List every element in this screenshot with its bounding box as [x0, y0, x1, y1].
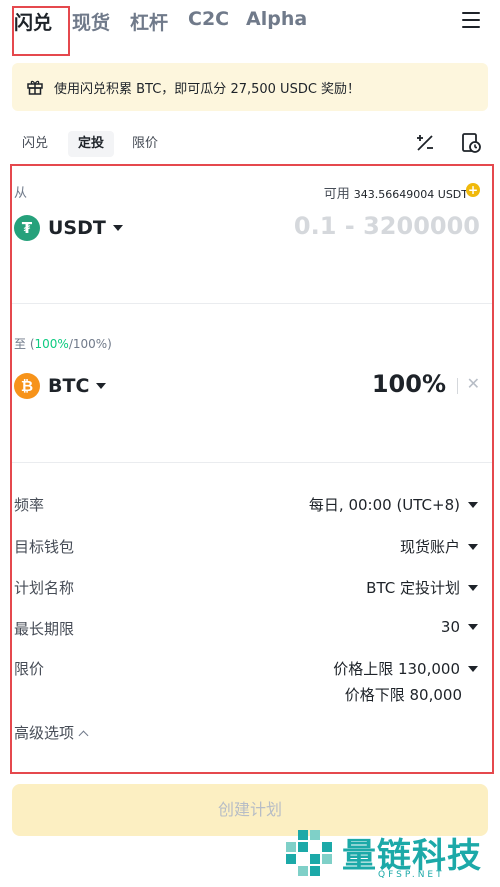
wallet-label: 目标钱包 [14, 538, 75, 556]
menu-icon[interactable] [462, 12, 480, 28]
to-label-prefix: 至 ( [14, 337, 35, 351]
chevron-down-icon [468, 543, 478, 550]
subtab-limit[interactable]: 限价 [122, 131, 168, 157]
from-coin-name: USDT [48, 217, 106, 239]
banner-text: 使用闪兑积累 BTC，即可瓜分 27,500 USDC 奖励！ [54, 82, 361, 97]
chevron-down-icon [468, 624, 478, 630]
tab-c2c[interactable]: C2C [188, 8, 229, 30]
tether-icon: ₮ [14, 215, 40, 241]
to-label-allocated: 100% [34, 337, 69, 351]
to-coin-name: BTC [48, 375, 90, 397]
plan-name-label: 计划名称 [14, 579, 75, 597]
promo-banner[interactable]: 使用闪兑积累 BTC，即可瓜分 27,500 USDC 奖励！ [12, 63, 488, 111]
allocation-input[interactable]: 100% [372, 370, 446, 398]
plan-name-select[interactable]: BTC 定投计划 [366, 577, 478, 598]
tab-margin[interactable]: 杠杆 [130, 8, 168, 35]
highlight-box-tab [12, 6, 70, 56]
limit-lower-value[interactable]: 价格下限 80,000 [345, 684, 462, 705]
chevron-down-icon [468, 584, 478, 591]
watermark: 量链科技 QFSP.NET [280, 826, 500, 884]
to-label: 至 (100%/100%) [14, 335, 112, 352]
subtab-flash[interactable]: 闪兑 [12, 131, 58, 157]
limit-upper-select[interactable]: 价格上限 130,000 [333, 658, 478, 679]
divider [12, 462, 492, 463]
bitcoin-icon: ₿ [14, 373, 40, 399]
frequency-label: 频率 [14, 496, 45, 514]
history-icon[interactable] [460, 132, 482, 154]
plan-name-value: BTC 定投计划 [366, 579, 460, 597]
chevron-down-icon [96, 383, 107, 389]
close-icon[interactable]: ✕ [467, 374, 480, 393]
percent-tool-icon[interactable] [414, 132, 436, 154]
to-coin-selector[interactable]: ₿ BTC [14, 372, 107, 400]
from-coin-selector[interactable]: ₮ USDT [14, 214, 123, 242]
frequency-select[interactable]: 每日, 00:00 (UTC+8) [309, 494, 478, 515]
available-value: 343.56649004 USDT [353, 188, 468, 201]
recurring-plan-card [10, 164, 494, 774]
chevron-down-icon [112, 225, 123, 231]
to-label-suffix: /100%) [68, 337, 112, 351]
limit-label: 限价 [14, 660, 45, 678]
input-separator [457, 378, 458, 394]
max-period-label: 最长期限 [14, 620, 75, 638]
limit-upper-value: 价格上限 130,000 [333, 660, 460, 678]
max-period-select[interactable]: 30 [441, 618, 478, 636]
chevron-down-icon [468, 665, 478, 672]
wallet-value: 现货账户 [399, 538, 460, 556]
wallet-select[interactable]: 现货账户 [400, 536, 478, 557]
advanced-options-toggle[interactable]: 高级选项 [14, 722, 89, 743]
watermark-logo-icon [286, 830, 332, 876]
from-label: 从 [14, 186, 28, 201]
add-funds-icon[interactable]: + [466, 183, 480, 197]
tab-alpha[interactable]: Alpha [246, 8, 307, 30]
advanced-options-label: 高级选项 [14, 724, 75, 742]
watermark-subtext: QFSP.NET [378, 870, 445, 880]
chevron-down-icon [468, 501, 478, 508]
frequency-value: 每日, 00:00 (UTC+8) [308, 496, 460, 514]
tab-spot[interactable]: 现货 [72, 8, 110, 35]
amount-input[interactable]: 0.1 - 3200000 [294, 212, 480, 240]
gift-icon [27, 80, 43, 95]
divider [12, 303, 492, 304]
subtab-recurring[interactable]: 定投 [68, 131, 115, 157]
available-balance: 可用 343.56649004 USDT [324, 183, 468, 202]
chevron-up-icon [78, 730, 89, 741]
max-period-value: 30 [440, 618, 460, 636]
top-nav: 闪兑 现货 杠杆 C2C Alpha [0, 0, 500, 44]
available-label: 可用 [323, 187, 350, 202]
